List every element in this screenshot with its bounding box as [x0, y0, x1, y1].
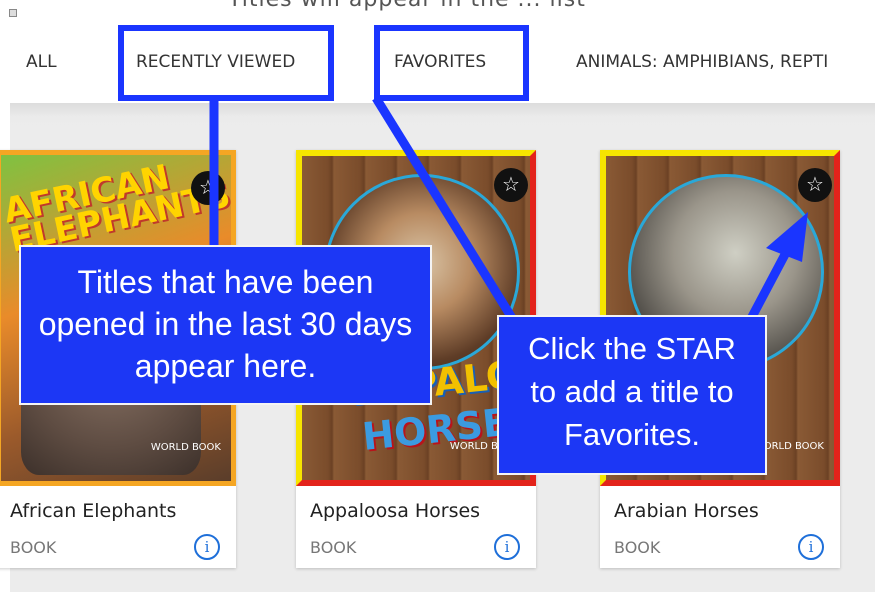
callout-line: appear here.	[134, 348, 317, 384]
callout-recently-viewed: Titles that have been opened in the last…	[19, 245, 432, 405]
screen: Titles will appear in the ... list ALL R…	[0, 0, 875, 592]
callout-line: Favorites.	[563, 417, 701, 452]
callout-star: Click the STAR to add a title to Favorit…	[497, 315, 767, 475]
callout-line: Titles that have been	[77, 264, 374, 300]
callout-line: opened in the last 30 days	[38, 306, 413, 342]
callout-line: Click the STAR	[528, 331, 736, 366]
arrow-head-star	[766, 212, 808, 262]
callout-line: to add a title to	[530, 374, 734, 409]
